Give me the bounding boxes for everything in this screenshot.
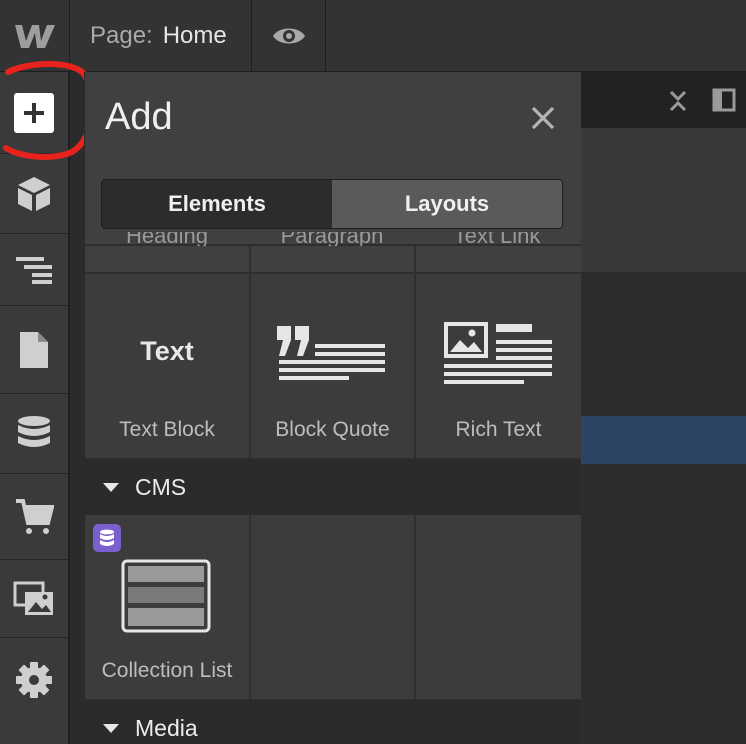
caret-down-icon [103,482,119,492]
cms-button[interactable] [0,394,68,474]
canvas-area [580,128,746,272]
database-icon [100,529,114,546]
collection-list-element[interactable]: Collection List [85,515,251,701]
images-icon [13,581,53,615]
tab-layouts[interactable]: Layouts [332,180,562,228]
collapse-icon[interactable] [668,90,688,112]
element-label: Block Quote [275,418,390,441]
navigator-button[interactable] [0,234,68,306]
caret-down-icon [103,723,119,733]
element-label: Rich Text [455,418,542,441]
text-preview: Text [140,336,194,366]
assets-button[interactable] [0,560,68,638]
panel-title: Add [105,96,173,138]
page-selector[interactable]: Page: Home [70,0,252,72]
webflow-logo-icon [14,25,55,48]
ecommerce-button[interactable] [0,474,68,560]
section-header-media[interactable]: Media [85,700,581,744]
section-title: Media [135,714,198,741]
left-toolbar [0,72,70,744]
close-icon[interactable] [529,104,557,132]
empty-grid-cell [251,515,416,701]
canvas-area-lower [580,272,746,744]
plus-icon [14,92,54,133]
element-label: Text Block [119,418,215,441]
block-quote-element[interactable]: Block Quote [251,274,416,460]
panel-tabs: Elements Layouts [101,179,563,229]
selected-element-highlight[interactable] [580,416,746,464]
page-label: Page: [90,22,153,49]
navigator-icon [16,256,52,284]
gear-icon [16,662,52,698]
settings-button[interactable] [0,638,68,722]
cms-badge [93,524,121,552]
symbols-button[interactable] [0,154,68,234]
rich-text-element[interactable]: Rich Text [416,274,581,460]
paragraph-element-label[interactable]: Paragraph [250,232,414,246]
cart-icon [16,498,54,534]
text-block-element[interactable]: Text Text Block [85,274,251,460]
top-bar: Page: Home [0,0,746,72]
add-panel-button[interactable] [0,72,68,154]
page-name: Home [162,22,227,49]
collection-list-icon [121,559,211,633]
page-icon [20,331,48,368]
element-label: Collection List [101,659,233,682]
database-icon [18,415,50,447]
pages-button[interactable] [0,306,68,394]
eye-icon [272,28,305,44]
webflow-logo[interactable] [0,0,70,72]
rich-text-icon [444,322,552,384]
sidebar-toggle-icon[interactable] [712,88,736,112]
text-link-element-label[interactable]: Text Link [415,232,579,246]
section-header-cms[interactable]: CMS [85,459,581,515]
section-title: CMS [135,473,187,500]
heading-element-label[interactable]: Heading [85,232,249,246]
empty-grid-cell [416,515,581,701]
cube-icon [18,176,50,211]
canvas-toolbar [580,72,746,128]
tab-elements[interactable]: Elements [102,180,332,228]
preview-button[interactable] [252,0,326,72]
block-quote-icon [277,326,385,380]
add-panel: Add Elements Layouts Heading Paragraph T… [84,72,581,744]
